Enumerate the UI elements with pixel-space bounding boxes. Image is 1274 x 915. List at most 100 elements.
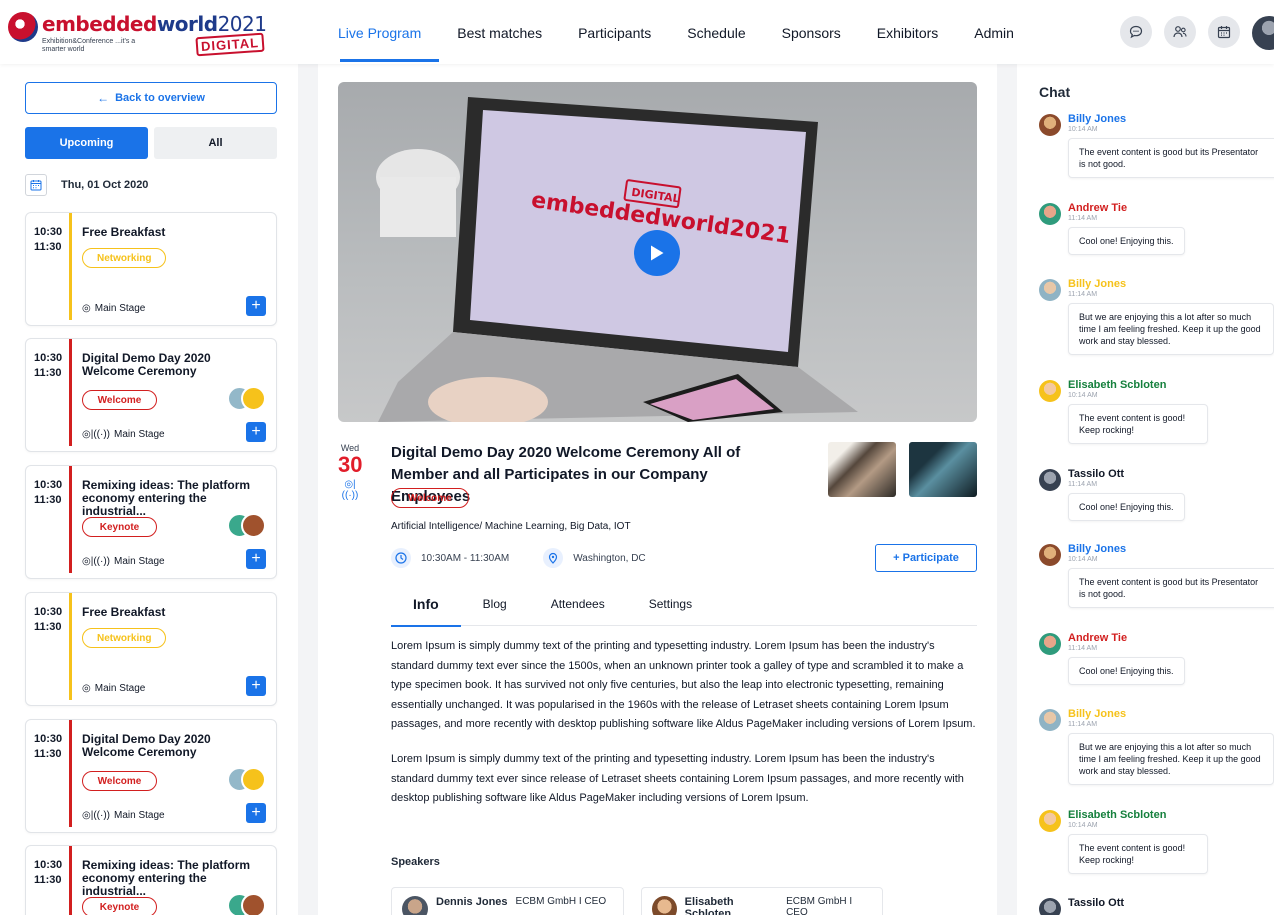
arrow-left-icon: ← — [97, 91, 110, 105]
add-session-button[interactable]: + — [246, 676, 266, 696]
participate-button[interactable]: + Participate — [875, 544, 977, 572]
logo-globe-icon — [8, 12, 38, 42]
session-card[interactable]: 10:30 11:30 Free Breakfast Networking ◎ Ma… — [25, 592, 277, 706]
chat-author[interactable]: Elisabeth Scbloten — [1068, 379, 1166, 391]
session-card[interactable]: 10:30 11:30 Digital Demo Day 2020 Welcome… — [25, 719, 277, 833]
chat-time: 11:14 AM — [1068, 645, 1098, 652]
session-location: ◎|((·)) Main Stage — [82, 556, 165, 567]
category-bar — [69, 720, 72, 827]
chat-author[interactable]: Tassilo Ott — [1068, 468, 1124, 480]
nav-best-matches[interactable]: Best matches — [439, 0, 560, 64]
add-session-button[interactable]: + — [246, 296, 266, 316]
nav-exhibitors[interactable]: Exhibitors — [859, 0, 956, 64]
event-photo-thumbnail[interactable] — [909, 442, 977, 497]
nav-admin[interactable]: Admin — [956, 0, 1032, 64]
tab-settings[interactable]: Settings — [627, 590, 714, 626]
category-bar — [69, 593, 72, 700]
speakers-heading: Speakers — [391, 856, 440, 868]
add-session-button[interactable]: + — [246, 549, 266, 569]
user-avatar — [1039, 203, 1061, 225]
session-title: Digital Demo Day 2020 Welcome Ceremony — [82, 351, 211, 378]
event-detail: embeddedworld2021 DIGITAL Wed 30 ◎|((·))… — [318, 64, 997, 915]
tab-blog[interactable]: Blog — [461, 590, 529, 626]
user-avatar — [1039, 469, 1061, 491]
chat-author[interactable]: Andrew Tie — [1068, 202, 1127, 214]
event-meta: 10:30AM - 11:30AM Washington, DC — [391, 548, 646, 568]
session-tag[interactable]: Networking — [82, 628, 167, 648]
chat-time: 10:14 AM — [1068, 822, 1098, 829]
session-card[interactable]: 10:30 11:30 Remixing ideas: The platform … — [25, 465, 277, 579]
chat-author[interactable]: Billy Jones — [1068, 708, 1126, 720]
event-photo-thumbnail[interactable] — [828, 442, 896, 497]
add-session-button[interactable]: + — [246, 422, 266, 442]
speaker-card[interactable]: Elisabeth Scbloten ECBM GmbH I CEO — [641, 887, 883, 915]
nav-participants[interactable]: Participants — [560, 0, 669, 64]
session-card[interactable]: 10:30 11:30 Digital Demo Day 2020 Welcome… — [25, 338, 277, 452]
chat-author[interactable]: Elisabeth Scbloten — [1068, 809, 1166, 821]
main-nav: Live Program Best matches Participants S… — [320, 0, 1032, 64]
location-live-icon: ◎|((·)) — [341, 479, 359, 501]
category-bar — [69, 213, 72, 320]
chat-author[interactable]: Billy Jones — [1068, 278, 1126, 290]
location-pin-icon: ◎ — [82, 683, 91, 694]
speaker-avatar — [241, 767, 266, 792]
speaker-avatars — [227, 893, 267, 915]
calendar-icon[interactable] — [1208, 16, 1240, 48]
location-live-icon: ◎|((·)) — [82, 429, 110, 440]
chat-bubble: Cool one! Enjoying this. — [1068, 657, 1185, 685]
chat-time: 11:14 AM — [1068, 291, 1098, 298]
chat-bubble: The event content is good but its Presen… — [1068, 138, 1274, 178]
people-icon[interactable] — [1164, 16, 1196, 48]
chat-author[interactable]: Billy Jones — [1068, 543, 1126, 555]
calendar-icon[interactable] — [25, 174, 47, 196]
event-categories: Artificial Intelligence/ Machine Learnin… — [391, 521, 631, 532]
session-tag[interactable]: Welcome — [82, 771, 157, 791]
add-session-button[interactable]: + — [246, 803, 266, 823]
user-avatar[interactable] — [1252, 16, 1274, 50]
location-live-icon: ◎|((·)) — [82, 556, 110, 567]
chat-bubble-icon[interactable] — [1120, 16, 1152, 48]
back-to-overview-button[interactable]: ← Back to overview — [25, 82, 277, 114]
session-card[interactable]: 10:30 11:30 Free Breakfast Networking ◎ Ma… — [25, 212, 277, 326]
back-label: Back to overview — [115, 92, 205, 104]
session-tag[interactable]: Keynote — [82, 897, 157, 915]
session-tag[interactable]: Welcome — [82, 390, 157, 410]
event-tag[interactable]: Welcome — [391, 488, 469, 508]
session-tag[interactable]: Keynote — [82, 517, 157, 537]
event-description: Lorem Ipsum is simply dummy text of the … — [391, 753, 964, 804]
play-button[interactable] — [634, 230, 680, 276]
nav-schedule[interactable]: Schedule — [669, 0, 763, 64]
chat-time: 10:14 AM — [1068, 556, 1098, 563]
event-location: Washington, DC — [573, 552, 646, 564]
chat-author[interactable]: Tassilo Ott — [1068, 897, 1124, 909]
speaker-avatar — [241, 386, 266, 411]
nav-sponsors[interactable]: Sponsors — [764, 0, 859, 64]
filter-all[interactable]: All — [154, 127, 277, 159]
speaker-card[interactable]: Dennis Jones ECBM GmbH I CEO — [391, 887, 624, 915]
chat-time: 10:14 AM — [1068, 392, 1098, 399]
logo-wordmark: embeddedworld2021 — [42, 12, 267, 36]
tab-attendees[interactable]: Attendees — [529, 590, 627, 626]
logo-subtitle: Exhibition&Conference ...it's a smarter … — [42, 38, 136, 53]
session-card[interactable]: 10:30 11:30 Remixing ideas: The platform … — [25, 845, 277, 915]
video-player[interactable]: embeddedworld2021 DIGITAL — [338, 82, 977, 422]
nav-live-program[interactable]: Live Program — [320, 0, 440, 64]
speaker-avatar — [241, 513, 266, 538]
chat-bubble: Cool one! Enjoying this. — [1068, 227, 1185, 255]
user-avatar — [1039, 810, 1061, 832]
chat-author[interactable]: Andrew Tie — [1068, 632, 1127, 644]
filter-upcoming[interactable]: Upcoming — [25, 127, 148, 159]
chat-bubble: The event content is good but its Presen… — [1068, 568, 1274, 608]
tab-info[interactable]: Info — [391, 590, 461, 627]
speaker-avatar — [402, 896, 428, 915]
chat-panel: Chat Billy Jones 10:14 AM The event cont… — [1017, 64, 1274, 915]
embedded-world-logo[interactable]: embeddedworld2021 Exhibition&Conference … — [8, 10, 267, 60]
session-tag[interactable]: Networking — [82, 248, 167, 268]
session-times: 10:30 11:30 — [34, 859, 63, 886]
session-location: ◎|((·)) Main Stage — [82, 429, 165, 440]
chat-author[interactable]: Billy Jones — [1068, 113, 1126, 125]
session-sidebar: ← Back to overview Upcoming All Thu, 01 … — [0, 64, 298, 915]
speaker-avatars — [227, 513, 267, 539]
category-bar — [69, 339, 72, 446]
event-description: Lorem Ipsum is simply dummy text of the … — [391, 640, 976, 730]
